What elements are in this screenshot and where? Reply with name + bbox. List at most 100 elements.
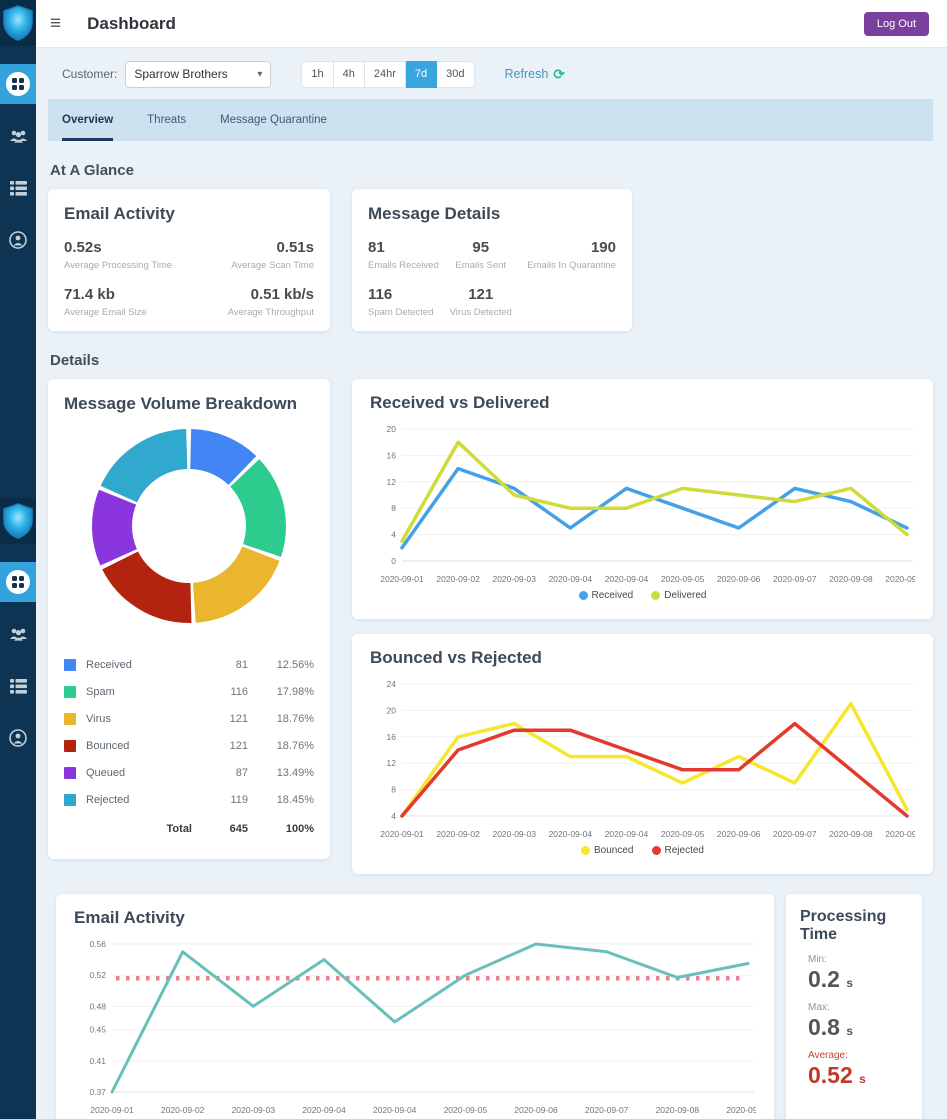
customer-select-value: Sparrow Brothers [134, 67, 227, 81]
svg-text:2020-09-07: 2020-09-07 [585, 1105, 629, 1115]
svg-text:20: 20 [387, 424, 397, 434]
range-button-1h[interactable]: 1h [301, 61, 333, 88]
average-label: Average: [808, 1050, 910, 1061]
card-title: Message Volume Breakdown [64, 394, 314, 414]
svg-text:0.48: 0.48 [89, 1001, 106, 1011]
refresh-label: Refresh [505, 67, 549, 81]
tab-bar: Overview Threats Message Quarantine [48, 99, 933, 141]
chevron-down-icon: ▾ [257, 69, 262, 80]
legend-swatch [64, 794, 76, 806]
svg-text:24: 24 [387, 679, 397, 689]
svg-text:2020-09-03: 2020-09-03 [492, 829, 536, 839]
stat-emails-sent: 95 Emails Sent [443, 239, 518, 271]
legend-item: Received [579, 590, 634, 601]
max-label: Max: [808, 1002, 910, 1013]
svg-text:8: 8 [391, 503, 396, 513]
legend-swatch [64, 713, 76, 725]
svg-text:2020-09-01: 2020-09-01 [380, 829, 424, 839]
max-value: 0.8 s [808, 1014, 910, 1041]
list-icon [10, 679, 27, 694]
svg-text:2020-09-08: 2020-09-08 [829, 829, 873, 839]
svg-text:2020-09-08: 2020-09-08 [656, 1105, 700, 1115]
svg-text:0.56: 0.56 [89, 939, 106, 949]
stat-avg-scan-time: 0.51s Average Scan Time [189, 239, 314, 271]
users-icon [9, 627, 28, 642]
sidebar-item-profile[interactable] [0, 718, 36, 758]
svg-text:2020-09-08: 2020-09-08 [885, 574, 915, 584]
hamburger-icon[interactable]: ≡ [50, 14, 61, 33]
users-icon [9, 129, 28, 144]
svg-text:8: 8 [391, 785, 396, 795]
dashboard-app: ≡ Dashboard Log Out Customer: Sparrow Br… [0, 0, 947, 1119]
sidebar-item-profile[interactable] [0, 220, 36, 260]
svg-text:2020-09-04: 2020-09-04 [549, 829, 593, 839]
svg-text:0.52: 0.52 [89, 970, 106, 980]
stat-emails-received: 81 Emails Received [368, 239, 443, 271]
svg-text:2020-09-04: 2020-09-04 [549, 574, 593, 584]
email-activity-chart: 0.370.410.450.480.520.562020-09-012020-0… [74, 934, 756, 1119]
svg-text:2020-09-05: 2020-09-05 [661, 829, 705, 839]
range-button-4h[interactable]: 4h [334, 61, 365, 88]
customer-select[interactable]: Sparrow Brothers ▾ [125, 61, 271, 88]
top-bar: ≡ Dashboard Log Out [36, 0, 947, 48]
card-title: Processing Time [800, 908, 910, 945]
logout-button[interactable]: Log Out [864, 12, 929, 36]
svg-text:2020-09-01: 2020-09-01 [380, 574, 424, 584]
svg-text:2020-09-08: 2020-09-08 [829, 574, 873, 584]
shield-logo-icon [0, 498, 36, 544]
svg-text:2020-09-03: 2020-09-03 [492, 574, 536, 584]
svg-text:2020-09-02: 2020-09-02 [436, 574, 480, 584]
tab-message-quarantine[interactable]: Message Quarantine [220, 99, 327, 141]
tab-threats[interactable]: Threats [147, 99, 186, 141]
sidebar-group-repeat [0, 498, 36, 758]
svg-text:0.41: 0.41 [89, 1056, 106, 1066]
stat-avg-email-size: 71.4 kb Average Email Size [64, 286, 189, 318]
sidebar-item-reports[interactable] [0, 168, 36, 208]
svg-text:4: 4 [391, 530, 396, 540]
sidebar-item-users[interactable] [0, 614, 36, 654]
volume-legend: Received 81 12.56% Spam 116 17.98% Virus… [64, 651, 314, 813]
sidebar [0, 0, 36, 1119]
processing-time-card: Processing Time Min: 0.2 s Max: 0.8 s Av… [786, 894, 922, 1119]
card-title: Received vs Delivered [370, 393, 915, 413]
svg-text:2020-09-06: 2020-09-06 [717, 829, 761, 839]
legend-row: Received 81 12.56% [64, 651, 314, 678]
refresh-icon: ⟳ [553, 66, 565, 83]
svg-text:2020-09-07: 2020-09-07 [773, 574, 817, 584]
svg-text:12: 12 [387, 758, 397, 768]
svg-text:2020-09-02: 2020-09-02 [436, 829, 480, 839]
svg-text:16: 16 [387, 450, 397, 460]
svg-text:2020-09-03: 2020-09-03 [232, 1105, 276, 1115]
stat-avg-throughput: 0.51 kb/s Average Throughput [189, 286, 314, 318]
card-title: Email Activity [64, 204, 314, 224]
refresh-link[interactable]: Refresh ⟳ [505, 66, 566, 83]
bounced-vs-rejected-card: Bounced vs Rejected 48121620242020-09-01… [352, 634, 933, 874]
customer-label: Customer: [62, 67, 117, 81]
sidebar-item-dashboard[interactable] [0, 562, 36, 602]
grid-icon [6, 570, 30, 594]
svg-text:2020-09-04: 2020-09-04 [373, 1105, 417, 1115]
bounced-vs-rejected-chart: 48121620242020-09-012020-09-022020-09-03… [370, 674, 915, 856]
svg-text:2020-09-02: 2020-09-02 [161, 1105, 205, 1115]
svg-text:2020-09-06: 2020-09-06 [717, 574, 761, 584]
legend-item: Rejected [652, 845, 704, 856]
range-button-30d[interactable]: 30d [437, 61, 474, 88]
sidebar-item-reports[interactable] [0, 666, 36, 706]
legend-item: Bounced [581, 845, 633, 856]
min-value: 0.2 s [808, 966, 910, 993]
svg-text:2020-09-04: 2020-09-04 [605, 574, 649, 584]
range-button-24hr[interactable]: 24hr [365, 61, 406, 88]
section-heading-details: Details [50, 352, 933, 369]
legend-row: Bounced 121 18.76% [64, 732, 314, 759]
sidebar-item-dashboard[interactable] [0, 64, 36, 104]
legend-row: Queued 87 13.49% [64, 759, 314, 786]
sidebar-item-users[interactable] [0, 116, 36, 156]
svg-text:12: 12 [387, 477, 397, 487]
tab-overview[interactable]: Overview [62, 99, 113, 141]
controls-row: Customer: Sparrow Brothers ▾ 1h 4h 24hr … [36, 48, 947, 88]
received-vs-delivered-chart: 0481216202020-09-012020-09-022020-09-032… [370, 419, 915, 601]
page-title: Dashboard [87, 14, 176, 34]
range-button-7d[interactable]: 7d [406, 61, 437, 88]
shield-logo-icon [0, 0, 36, 46]
message-volume-card: Message Volume Breakdown Received 81 12.… [48, 379, 330, 859]
